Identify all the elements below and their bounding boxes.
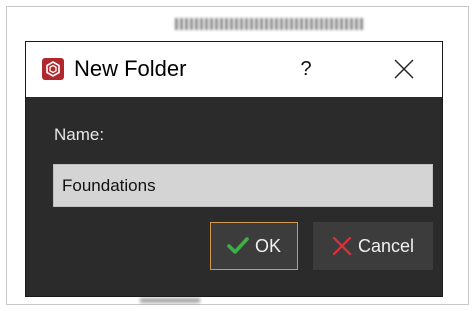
close-icon: [382, 59, 426, 79]
x-mark-icon: [332, 236, 352, 256]
background-window-hint: [175, 18, 365, 30]
name-input[interactable]: [53, 164, 433, 207]
dialog-title: New Folder: [74, 56, 187, 81]
cancel-label: Cancel: [357, 235, 415, 256]
close-button[interactable]: [382, 50, 426, 88]
cancel-button[interactable]: Cancel: [313, 222, 433, 270]
help-button[interactable]: ?: [288, 50, 324, 88]
dialog-titlebar: New Folder ?: [26, 42, 442, 97]
ok-label: OK: [254, 235, 281, 256]
ok-button[interactable]: OK: [210, 222, 298, 270]
name-label: Name:: [54, 125, 105, 144]
background-window-hint-bottom: [140, 298, 200, 303]
checkmark-icon: [227, 237, 249, 255]
new-folder-dialog: New Folder ? Name: OK Cancel: [25, 41, 443, 297]
app-logo-icon: [42, 58, 64, 80]
